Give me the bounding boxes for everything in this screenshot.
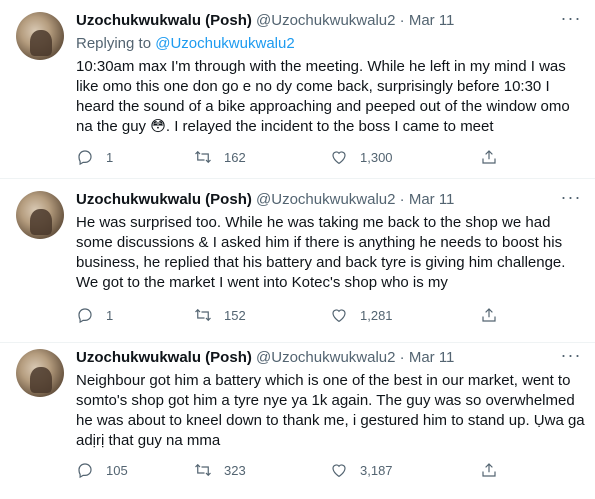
separator: · [399,191,405,208]
handle[interactable]: @Uzochukwukwalu2 [256,191,395,208]
display-name[interactable]: Uzochukwukwalu (Posh) [76,12,252,29]
reply-button[interactable]: 1 [76,305,113,325]
share-icon [482,308,496,322]
display-name[interactable]: Uzochukwukwalu (Posh) [76,349,252,366]
retweet-count: 323 [224,462,246,478]
replying-to: Replying to @Uzochukwukwalu2 [76,34,295,54]
tweet-header: Uzochukwukwalu (Posh) @Uzochukwukwalu2 ·… [76,348,555,368]
reply-icon [78,308,92,324]
display-name[interactable]: Uzochukwukwalu (Posh) [76,191,252,208]
like-button[interactable]: 1,300 [330,147,393,167]
tweet-text: 10:30am max I'm through with the meeting… [76,58,570,135]
reply-icon [78,463,92,479]
retweet-button[interactable]: 323 [194,460,246,480]
retweet-icon [195,308,211,322]
retweet-count: 162 [224,149,246,165]
like-button[interactable]: 1,281 [330,305,393,325]
retweet-count: 152 [224,307,246,323]
more-horizontal-icon[interactable]: ··· [559,188,583,210]
reply-button[interactable]: 105 [76,460,128,480]
retweet-icon [195,150,211,164]
retweet-button[interactable]: 152 [194,305,246,325]
separator: · [399,349,405,366]
timestamp[interactable]: Mar 11 [409,349,455,366]
replying-to-link[interactable]: @Uzochukwukwalu2 [155,35,294,52]
reply-icon [78,150,92,166]
reply-count: 105 [106,462,128,478]
action-bar: 1 162 1,300 [76,147,506,167]
heart-icon [332,309,346,323]
tweet[interactable]: Uzochukwukwalu (Posh) @Uzochukwukwalu2 ·… [0,343,595,499]
reply-count: 1 [106,149,114,165]
avatar[interactable] [16,191,64,239]
like-count: 1,281 [360,307,393,323]
avatar[interactable] [16,349,64,397]
timestamp[interactable]: Mar 11 [409,191,455,208]
handle[interactable]: @Uzochukwukwalu2 [256,12,395,29]
tweet[interactable]: Uzochukwukwalu (Posh) @Uzochukwukwalu2 ·… [0,0,595,179]
like-button[interactable]: 3,187 [330,460,393,480]
share-icon [482,463,496,477]
handle[interactable]: @Uzochukwukwalu2 [256,349,395,366]
retweet-icon [195,463,211,477]
heart-icon [332,151,346,165]
separator: · [399,12,405,29]
more-horizontal-icon[interactable]: ··· [559,346,583,368]
like-count: 1,300 [360,149,393,165]
share-button[interactable] [480,305,498,325]
share-icon [482,150,496,164]
share-button[interactable] [480,460,498,480]
tweet[interactable]: Uzochukwukwalu (Posh) @Uzochukwukwalu2 ·… [0,179,595,343]
reply-button[interactable]: 1 [76,147,113,167]
more-horizontal-icon[interactable]: ··· [559,9,583,31]
reply-count: 1 [106,307,114,323]
avatar[interactable] [16,12,64,60]
tweet-text: He was surprised too. While he was takin… [76,214,566,291]
tweet-header: Uzochukwukwalu (Posh) @Uzochukwukwalu2 ·… [76,190,555,210]
heart-icon [332,464,346,478]
like-count: 3,187 [360,462,393,478]
timestamp[interactable]: Mar 11 [409,12,455,29]
retweet-button[interactable]: 162 [194,147,246,167]
action-bar: 1 152 1,281 [76,305,506,325]
replying-prefix: Replying to [76,35,156,52]
tweet-header: Uzochukwukwalu (Posh) @Uzochukwukwalu2 ·… [76,11,555,31]
action-bar: 105 323 3,187 [76,460,506,480]
tweet-text: Neighbour got him a battery which is one… [76,372,585,449]
share-button[interactable] [480,147,498,167]
